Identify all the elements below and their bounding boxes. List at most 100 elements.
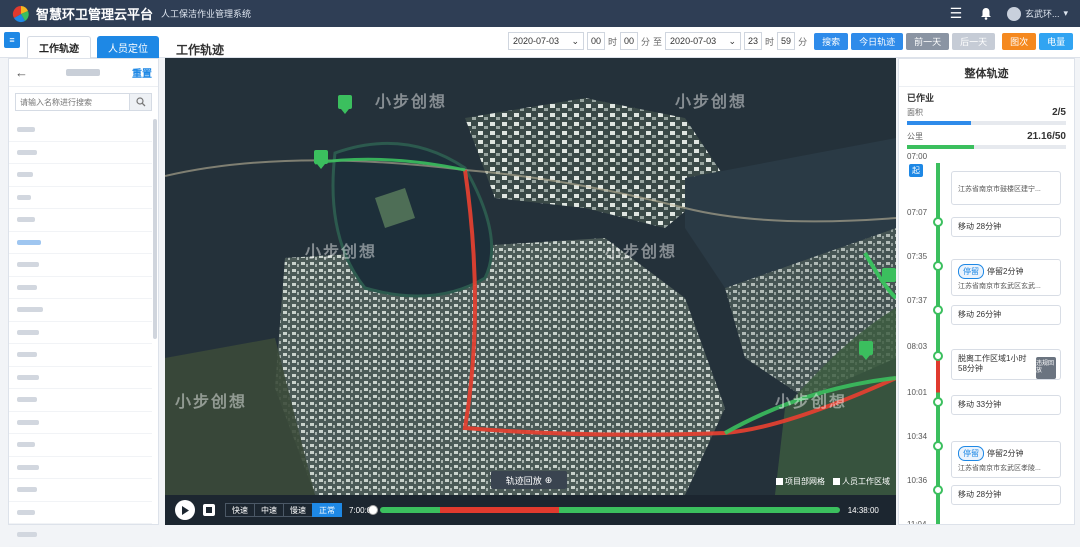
map-pin-icon[interactable]	[882, 268, 896, 282]
list-item[interactable]	[9, 119, 152, 142]
plus-circle-icon: ⊕	[544, 474, 553, 485]
start-min-input[interactable]: 00	[620, 32, 639, 50]
user-menu[interactable]: 玄武环... ▾	[1001, 6, 1080, 21]
list-item[interactable]	[9, 434, 152, 457]
watermark-text: 小步创想	[605, 244, 678, 261]
app-subtitle: 人工保洁作业管理系统	[161, 9, 252, 19]
times-tag-button[interactable]: 图次	[1002, 32, 1037, 50]
logo-icon	[12, 5, 30, 23]
track-replay-button[interactable]: 轨迹回放 ⊕	[491, 471, 567, 489]
end-min-input[interactable]: 59	[777, 32, 796, 50]
list-item[interactable]	[9, 479, 152, 502]
end-date-select[interactable]: 2020-07-03 ⌄	[665, 32, 742, 50]
list-item[interactable]	[9, 412, 152, 434]
event-address: 江苏省南京市玄武区玄武...	[958, 283, 1041, 290]
staff-name-blurred	[17, 217, 35, 223]
work-area-toggle[interactable]: 人员工作区域	[833, 476, 890, 487]
track-event-card[interactable]: 移动 28分钟	[951, 217, 1061, 238]
playback-progress[interactable]	[379, 507, 840, 513]
list-item[interactable]	[9, 187, 152, 209]
list-item[interactable]	[9, 389, 152, 412]
chevron-down-icon: ▾	[1063, 8, 1068, 18]
play-icon[interactable]	[175, 500, 195, 520]
app-title: 智慧环卫管理云平台	[36, 7, 154, 22]
track-event-card[interactable]: 移动 26分钟	[951, 305, 1061, 326]
search-button[interactable]: 搜索	[814, 32, 849, 50]
back-arrow-icon[interactable]: ←	[15, 65, 28, 80]
list-item[interactable]	[9, 367, 152, 389]
map-canvas[interactable]	[165, 58, 896, 495]
date-filters: 2020-07-03 ⌄ 00 时 00 分 至 2020-07-03 ⌄ 23…	[508, 32, 1074, 50]
staff-name-blurred	[17, 172, 33, 178]
list-item[interactable]	[9, 322, 152, 344]
timeline-time: 10:34	[907, 432, 928, 441]
violation-replay-button[interactable]: 违规回放	[1036, 357, 1056, 379]
track-event-card[interactable]: 移动 28分钟	[951, 485, 1061, 506]
km-label: 公里	[907, 132, 923, 141]
timeline-time: 07:07	[907, 208, 928, 217]
staff-name-blurred	[17, 487, 37, 493]
track-event-card[interactable]: 移动 33分钟	[951, 395, 1061, 416]
speed-option[interactable]: 慢速	[283, 503, 313, 517]
staff-name-blurred	[17, 374, 39, 380]
list-item[interactable]	[9, 232, 152, 254]
staff-name-blurred	[17, 352, 37, 358]
list-item[interactable]	[9, 254, 152, 277]
list-item[interactable]	[9, 524, 152, 547]
start-hour-input[interactable]: 00	[587, 32, 605, 50]
today-track-button[interactable]: 今日轨迹	[851, 32, 904, 50]
next-day-button[interactable]: 后一天	[952, 32, 996, 50]
battery-tag-button[interactable]: 电量	[1039, 32, 1074, 50]
list-item[interactable]	[9, 277, 152, 299]
tab-bar: 工作轨迹 人员定位	[27, 36, 159, 58]
work-stats: 已作业 面积 2/5 公里 21.16/50	[899, 87, 1074, 149]
bell-icon[interactable]	[971, 0, 1001, 27]
timeline-dot	[933, 261, 943, 271]
speed-option[interactable]: 中速	[254, 503, 284, 517]
page-title: 工作轨迹	[176, 43, 225, 57]
track-event-card[interactable]: 江苏省南京市鼓楼区建宁...	[951, 171, 1061, 205]
sidebar-header: ← 重置	[9, 59, 158, 87]
search-input[interactable]	[16, 94, 129, 110]
list-item[interactable]	[9, 299, 152, 322]
track-event-card[interactable]: 停留 停留2分钟 江苏省南京市玄武区孝陵...	[951, 441, 1061, 478]
menu-icon[interactable]: ☰	[941, 0, 971, 27]
toolbar: ≡ 工作轨迹 人员定位 工作轨迹 2020-07-03 ⌄ 00 时 00 分 …	[0, 27, 1080, 58]
grid-layer-label: 项目部网格	[785, 477, 825, 486]
reset-button[interactable]: 重置	[132, 65, 152, 80]
stop-icon[interactable]	[203, 504, 215, 516]
track-event-card[interactable]: 脱离工作区域1小时58分钟 违规回放	[951, 349, 1061, 380]
timeline-time: 07:00	[907, 152, 928, 161]
prev-day-button[interactable]: 前一天	[906, 32, 950, 50]
list-item[interactable]	[9, 209, 152, 232]
end-hour-input[interactable]: 23	[744, 32, 763, 50]
timeline-time: 07:35	[907, 252, 928, 261]
grid-layer-toggle[interactable]: 项目部网格	[776, 476, 825, 487]
list-item[interactable]	[9, 502, 152, 524]
playback-knob[interactable]	[368, 505, 378, 515]
speed-option[interactable]: 快速	[225, 503, 255, 517]
speed-option[interactable]: 正常	[312, 503, 342, 517]
staff-name-blurred	[17, 329, 39, 335]
list-item[interactable]	[9, 164, 152, 187]
map-view[interactable]: 小步创想 小步创想 小步创想 小步创想 小步创想 小步创想 轨迹回放 ⊕ 项目部…	[165, 58, 896, 495]
sidebar-toggle-icon[interactable]: ≡	[4, 32, 20, 48]
tab-staff-location[interactable]: 人员定位	[97, 36, 159, 58]
start-date-select[interactable]: 2020-07-03 ⌄	[508, 32, 584, 50]
sidebar-scrollbar[interactable]	[153, 119, 157, 339]
done-label: 已作业	[907, 93, 935, 103]
panel-title: 整体轨迹	[899, 59, 1074, 87]
tab-work-track[interactable]: 工作轨迹	[27, 36, 91, 58]
list-item[interactable]	[9, 457, 152, 479]
watermark-text: 小步创想	[775, 394, 848, 411]
list-item[interactable]	[9, 344, 152, 367]
track-event-card[interactable]: 停留 停留2分钟 江苏省南京市玄武区玄武...	[951, 259, 1061, 296]
watermark-text: 小步创想	[375, 94, 448, 111]
event-address: 江苏省南京市玄武区孝陵...	[958, 465, 1041, 472]
staff-name-blurred	[17, 239, 41, 245]
search-icon[interactable]	[129, 94, 151, 110]
list-item[interactable]	[9, 142, 152, 164]
area-progress	[907, 121, 1066, 125]
timeline-dot	[933, 351, 943, 361]
chevron-down-icon: ⌄	[571, 35, 579, 46]
